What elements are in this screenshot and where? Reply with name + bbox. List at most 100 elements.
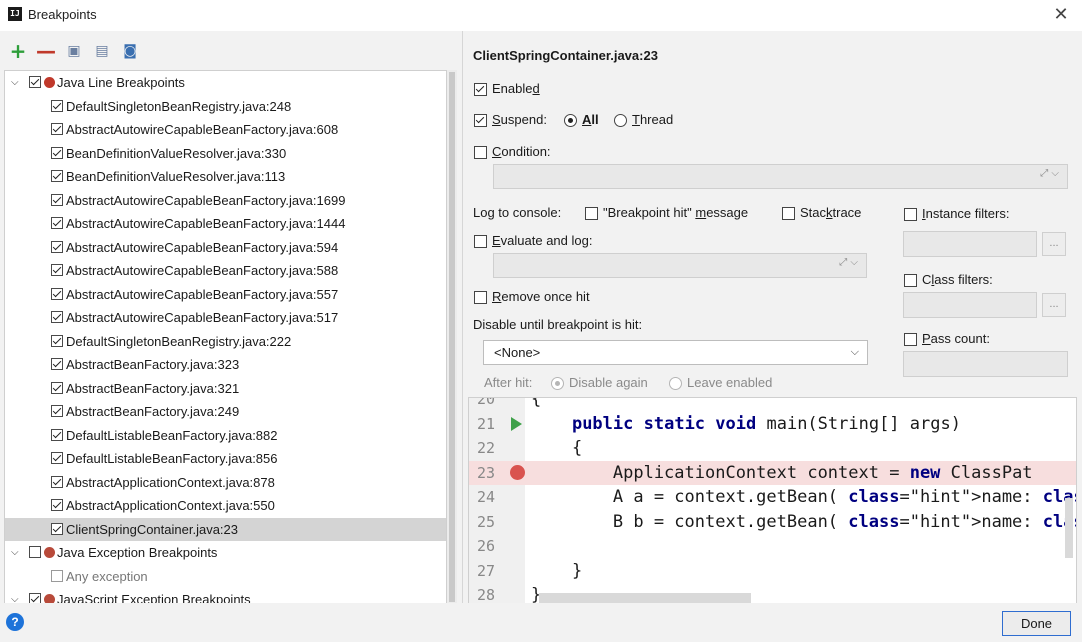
- tree-item-breakpoint[interactable]: AbstractBeanFactory.java:323: [5, 353, 446, 376]
- breakpoint-checkbox[interactable]: [51, 428, 63, 441]
- tree-scrollbar-thumb[interactable]: [449, 72, 455, 602]
- breakpoint-checkbox[interactable]: [51, 381, 63, 394]
- class-filters-browse-button[interactable]: ...: [1042, 293, 1066, 317]
- close-icon[interactable]: ✕: [1050, 4, 1072, 26]
- evaluate-and-log-field[interactable]: ⤢ ⌵: [493, 253, 867, 278]
- suspend-thread-label: Thread: [632, 112, 674, 127]
- disable-until-select[interactable]: <None> ⌵: [483, 340, 868, 365]
- instance-filters-checkbox[interactable]: [904, 208, 917, 221]
- expand-chevron-icon[interactable]: ⤢ ⌵: [1040, 168, 1059, 179]
- pass-count-field[interactable]: [903, 351, 1068, 377]
- pass-count-checkbox[interactable]: [904, 333, 917, 346]
- condition-field[interactable]: ⤢ ⌵: [493, 164, 1068, 189]
- breakpoint-checkbox[interactable]: [51, 475, 63, 488]
- breakpoint-hit-message-checkbox[interactable]: [585, 207, 598, 220]
- editor-vertical-scrollbar[interactable]: [1065, 498, 1073, 558]
- line-number: 20: [477, 397, 496, 408]
- line-number: 22: [477, 439, 496, 457]
- breakpoint-checkbox[interactable]: [51, 358, 63, 370]
- breakpoint-label: Java Exception Breakpoints: [57, 545, 218, 560]
- breakpoint-checkbox[interactable]: [51, 240, 63, 253]
- instance-filters-field[interactable]: [903, 231, 1037, 257]
- breakpoint-label: AbstractBeanFactory.java:249: [66, 404, 240, 419]
- breakpoint-checkbox[interactable]: [51, 193, 63, 206]
- breakpoint-checkbox[interactable]: [51, 99, 63, 112]
- tree-item-breakpoint[interactable]: AbstractBeanFactory.java:321: [5, 377, 446, 400]
- breakpoint-checkbox[interactable]: [51, 499, 63, 511]
- code-line: 27 }: [469, 559, 1076, 583]
- chevron-down-icon[interactable]: ⌵: [11, 541, 23, 564]
- suspend-all-radio[interactable]: [564, 114, 577, 127]
- breakpoint-checkbox[interactable]: [51, 311, 63, 323]
- leave-enabled-radio[interactable]: [669, 377, 682, 390]
- tree-item-breakpoint[interactable]: ClientSpringContainer.java:23: [5, 517, 446, 541]
- enabled-checkbox[interactable]: [474, 83, 487, 96]
- breakpoint-checkbox[interactable]: [51, 146, 63, 159]
- tree-item-breakpoint[interactable]: AbstractAutowireCapableBeanFactory.java:…: [5, 189, 446, 212]
- condition-checkbox[interactable]: [474, 146, 487, 159]
- class-filters-checkbox[interactable]: [904, 274, 917, 287]
- tree-item-any-exception[interactable]: Any exception: [5, 565, 446, 588]
- tree-item-breakpoint[interactable]: AbstractAutowireCapableBeanFactory.java:…: [5, 212, 446, 235]
- tree-item-breakpoint[interactable]: AbstractAutowireCapableBeanFactory.java:…: [5, 306, 446, 329]
- suspend-thread-radio[interactable]: [614, 114, 627, 127]
- tree-item-breakpoint[interactable]: DefaultSingletonBeanRegistry.java:248: [5, 95, 446, 118]
- breakpoint-checkbox[interactable]: [51, 334, 63, 347]
- group-by-package-button[interactable]: ▤: [92, 41, 112, 61]
- run-arrow-icon[interactable]: [511, 416, 522, 431]
- code-preview: 20 {21 public static void main(String[] a…: [468, 397, 1077, 605]
- stacktrace-checkbox[interactable]: [782, 207, 795, 220]
- code-line: 21 public static void main(String[] args…: [469, 412, 1076, 436]
- tree-item-breakpoint[interactable]: DefaultSingletonBeanRegistry.java:222: [5, 330, 446, 353]
- code-line: 23 ApplicationContext context = new Clas…: [469, 460, 1076, 485]
- leave-enabled-label: Leave enabled: [687, 375, 773, 390]
- remove-once-hit-checkbox[interactable]: [474, 291, 487, 304]
- tree-item-breakpoint[interactable]: AbstractBeanFactory.java:249: [5, 400, 446, 423]
- breakpoint-checkbox[interactable]: [51, 522, 63, 535]
- tree-group-java-exception-breakpoints[interactable]: ⌵ Java Exception Breakpoints: [5, 541, 446, 564]
- tree-item-breakpoint[interactable]: AbstractAutowireCapableBeanFactory.java:…: [5, 236, 446, 259]
- group-by-file-button[interactable]: ▣: [64, 41, 84, 61]
- expand-chevron-icon[interactable]: ⤢ ⌵: [839, 257, 858, 268]
- evaluate-and-log-checkbox[interactable]: [474, 235, 487, 248]
- breakpoint-checkbox[interactable]: [51, 405, 63, 417]
- tree-item-breakpoint[interactable]: AbstractApplicationContext.java:550: [5, 494, 446, 517]
- tree-item-breakpoint[interactable]: BeanDefinitionValueResolver.java:113: [5, 165, 446, 188]
- chevron-down-icon[interactable]: ⌵: [11, 71, 23, 94]
- breakpoint-checkbox[interactable]: [51, 264, 63, 276]
- add-button[interactable]: +: [8, 41, 28, 61]
- breakpoints-tree[interactable]: ⌵ Java Line Breakpoints DefaultSingletonBe…: [4, 70, 447, 605]
- help-icon[interactable]: ?: [6, 613, 24, 631]
- tree-group-java-line-breakpoints[interactable]: ⌵ Java Line Breakpoints: [5, 71, 446, 94]
- breakpoint-checkbox[interactable]: [51, 170, 63, 182]
- tree-item-breakpoint[interactable]: AbstractAutowireCapableBeanFactory.java:…: [5, 259, 446, 282]
- group-by-class-button[interactable]: ◙: [120, 41, 140, 61]
- suspend-checkbox[interactable]: [474, 114, 487, 127]
- breakpoint-checkbox[interactable]: [29, 76, 41, 88]
- code-line: 24 A a = context.getBean( class="hint">n…: [469, 485, 1076, 509]
- code-text: }: [531, 560, 583, 581]
- tree-item-breakpoint[interactable]: DefaultListableBeanFactory.java:856: [5, 447, 446, 470]
- instance-filters-browse-button[interactable]: ...: [1042, 232, 1066, 256]
- tree-item-breakpoint[interactable]: AbstractAutowireCapableBeanFactory.java:…: [5, 118, 446, 141]
- disable-again-radio[interactable]: [551, 377, 564, 390]
- tree-item-breakpoint[interactable]: BeanDefinitionValueResolver.java:330: [5, 142, 446, 165]
- breakpoint-dot-icon[interactable]: [510, 464, 525, 480]
- done-button[interactable]: Done: [1002, 611, 1071, 636]
- breakpoint-checkbox[interactable]: [51, 123, 63, 135]
- editor-horizontal-scrollbar[interactable]: [539, 593, 751, 603]
- breakpoint-checkbox[interactable]: [51, 287, 63, 300]
- tree-item-breakpoint[interactable]: DefaultListableBeanFactory.java:882: [5, 424, 446, 447]
- tree-item-breakpoint[interactable]: AbstractApplicationContext.java:878: [5, 471, 446, 494]
- class-filters-field[interactable]: [903, 292, 1037, 318]
- code-text: B b = context.getBean( class="hint">name…: [531, 511, 1076, 532]
- tree-item-breakpoint[interactable]: AbstractAutowireCapableBeanFactory.java:…: [5, 283, 446, 306]
- breakpoint-checkbox[interactable]: [51, 452, 63, 464]
- breakpoint-label: AbstractAutowireCapableBeanFactory.java:…: [66, 263, 339, 278]
- breakpoint-checkbox[interactable]: [51, 569, 63, 582]
- breakpoint-checkbox[interactable]: [51, 217, 63, 229]
- tree-scrollbar[interactable]: [447, 70, 457, 603]
- remove-button[interactable]: —: [36, 41, 56, 61]
- breakpoint-label: DefaultListableBeanFactory.java:882: [66, 427, 278, 443]
- breakpoint-checkbox[interactable]: [29, 546, 41, 558]
